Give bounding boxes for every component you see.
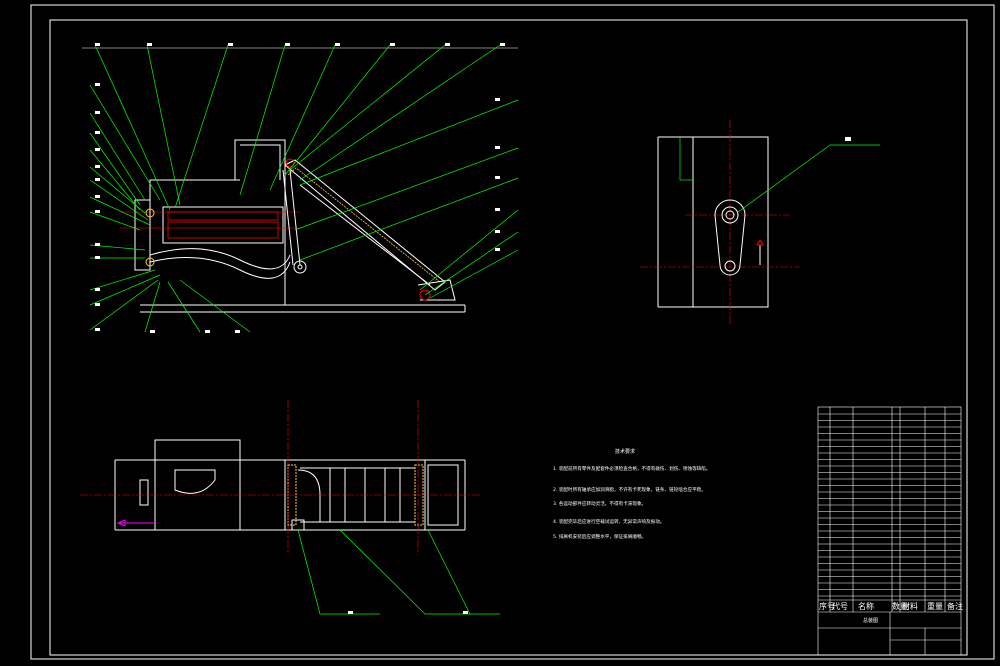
technical-requirements: 技术要求 1. 装配前所有零件及配套件必须检查合格，不得有碰伤、划伤、锈蚀等缺陷…	[553, 448, 710, 540]
bom-header-weight: 重量	[927, 601, 943, 611]
cad-drawing-canvas: 技术要求 1. 装配前所有零件及配套件必须检查合格，不得有碰伤、划伤、锈蚀等缺陷…	[30, 4, 995, 660]
bom-header-material: 材料	[902, 601, 918, 611]
tech-req-item-5: 5. 排屑机安装后应调整水平，保证排屑顺畅。	[553, 533, 646, 540]
top-view	[80, 400, 500, 615]
outer-frame	[30, 4, 995, 660]
bom-header-remark: 备注	[947, 601, 963, 611]
tech-req-item-2: 2. 装配时所有轴承应加润滑脂，不许有卡死现象，链条、链轮啮合应平稳。	[553, 486, 706, 493]
tech-req-item-1: 1. 装配前所有零件及配套件必须检查合格，不得有碰伤、划伤、锈蚀等缺陷。	[553, 465, 710, 472]
tech-req-item-3: 3. 各运动部件应转动灵活，不得有卡滞现象。	[553, 500, 646, 507]
side-view	[640, 120, 880, 325]
title-block-text: 序号 代号 名称 数量 材料 重量 备注 总装图	[819, 601, 963, 624]
part-number-marks	[95, 43, 505, 333]
bom-header-name: 名称	[858, 601, 874, 611]
title-block	[817, 406, 962, 656]
drawing-name: 总装图	[863, 617, 878, 624]
tech-req-item-4: 4. 装配完毕后应进行空载试运转，无异常声响及振动。	[553, 518, 665, 525]
tech-req-title: 技术要求	[615, 448, 635, 455]
inner-frame	[49, 19, 968, 656]
bom-header-code: 代号	[832, 601, 848, 611]
